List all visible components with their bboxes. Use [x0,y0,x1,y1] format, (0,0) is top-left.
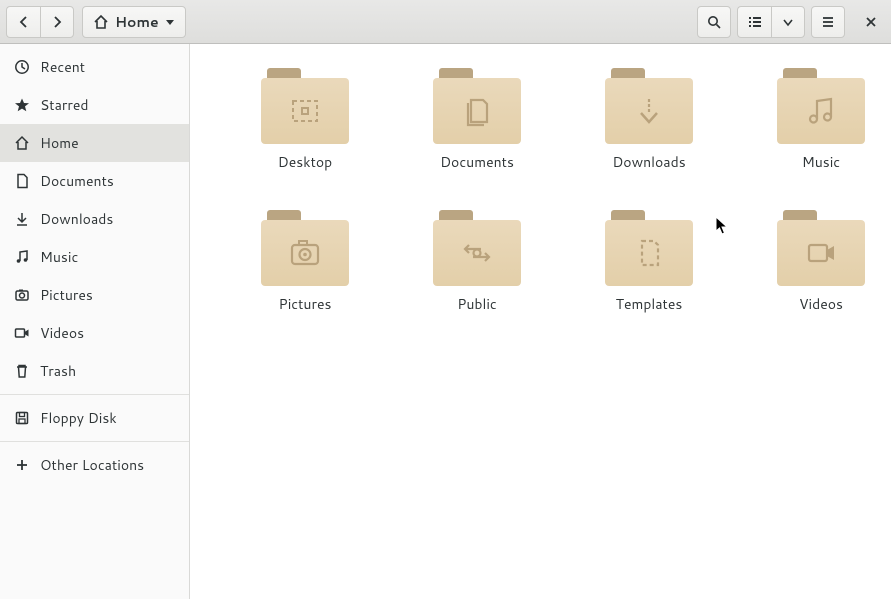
clock-icon [14,59,30,75]
sidebar-item-label: Documents [40,171,114,191]
icon-grid: Desktop Documents Downloads [220,64,861,318]
desktop-glyph-icon [285,91,325,131]
right-controls [697,6,885,38]
sidebar-item-label: Pictures [40,285,93,305]
hamburger-icon [821,15,835,29]
star-icon [14,97,30,113]
sidebar-item-label: Music [40,247,78,267]
nav-group [6,6,74,38]
folder-icon [777,210,865,286]
sidebar-item-label: Starred [40,95,89,115]
folder-label: Templates [616,294,683,314]
sidebar-item-trash[interactable]: Trash [0,352,189,390]
content-area[interactable]: Desktop Documents Downloads [190,44,891,599]
video-icon [14,325,30,341]
documents-glyph-icon [457,91,497,131]
sidebar-item-other-locations[interactable]: Other Locations [0,446,189,484]
folder-label: Public [457,294,497,314]
folder-music[interactable]: Music [736,64,891,176]
folder-icon [605,210,693,286]
view-list-button[interactable] [737,6,771,38]
hamburger-menu-button[interactable] [811,6,845,38]
view-options-button[interactable] [771,6,805,38]
video-glyph-icon [801,233,841,273]
folder-public[interactable]: Public [392,206,562,318]
sidebar-item-home[interactable]: Home [0,124,189,162]
breadcrumb-label: Home [115,12,159,32]
close-button[interactable] [857,8,885,36]
sidebar-item-label: Trash [40,361,76,381]
folder-icon [605,68,693,144]
triangle-down-icon [165,17,175,27]
music-glyph-icon [801,91,841,131]
headerbar: Home [0,0,891,44]
folder-label: Downloads [612,152,685,172]
camera-glyph-icon [285,233,325,273]
chevron-left-icon [18,16,30,28]
folder-label: Music [802,152,840,172]
folder-label: Documents [440,152,514,172]
sidebar-item-videos[interactable]: Videos [0,314,189,352]
folder-icon [433,68,521,144]
sidebar-item-pictures[interactable]: Pictures [0,276,189,314]
download-glyph-icon [629,91,669,131]
sidebar-item-recent[interactable]: Recent [0,48,189,86]
folder-label: Videos [799,294,843,314]
folder-documents[interactable]: Documents [392,64,562,176]
sidebar-item-label: Videos [40,323,84,343]
home-icon [93,14,109,30]
back-button[interactable] [6,6,40,38]
folder-pictures[interactable]: Pictures [220,206,390,318]
sidebar-item-label: Other Locations [40,455,144,475]
music-icon [14,249,30,265]
chevron-down-icon [783,17,793,27]
plus-icon [14,457,30,473]
sidebar-item-label: Home [40,133,79,153]
forward-button[interactable] [40,6,74,38]
close-icon [865,16,877,28]
sidebar-item-starred[interactable]: Starred [0,86,189,124]
search-icon [707,15,721,29]
folder-label: Desktop [278,152,332,172]
folder-icon [433,210,521,286]
chevron-right-icon [51,16,63,28]
folder-icon [261,210,349,286]
sidebar: Recent Starred Home Documents Downloads … [0,44,190,599]
folder-downloads[interactable]: Downloads [564,64,734,176]
sidebar-item-floppy[interactable]: Floppy Disk [0,399,189,437]
camera-icon [14,287,30,303]
list-icon [748,15,762,29]
sidebar-item-label: Recent [40,57,85,77]
share-glyph-icon [457,233,497,273]
folder-icon [261,68,349,144]
sidebar-item-downloads[interactable]: Downloads [0,200,189,238]
sidebar-separator [0,394,189,395]
view-switcher [737,6,805,38]
sidebar-separator [0,441,189,442]
folder-desktop[interactable]: Desktop [220,64,390,176]
folder-icon [777,68,865,144]
sidebar-item-label: Floppy Disk [40,408,117,428]
template-glyph-icon [629,233,669,273]
folder-videos[interactable]: Videos [736,206,891,318]
breadcrumb[interactable]: Home [82,6,186,38]
download-icon [14,211,30,227]
search-button[interactable] [697,6,731,38]
sidebar-item-documents[interactable]: Documents [0,162,189,200]
folder-label: Pictures [279,294,332,314]
sidebar-item-label: Downloads [40,209,113,229]
drive-icon [14,410,30,426]
trash-icon [14,363,30,379]
sidebar-item-music[interactable]: Music [0,238,189,276]
folder-templates[interactable]: Templates [564,206,734,318]
document-icon [14,173,30,189]
home-icon [14,135,30,151]
